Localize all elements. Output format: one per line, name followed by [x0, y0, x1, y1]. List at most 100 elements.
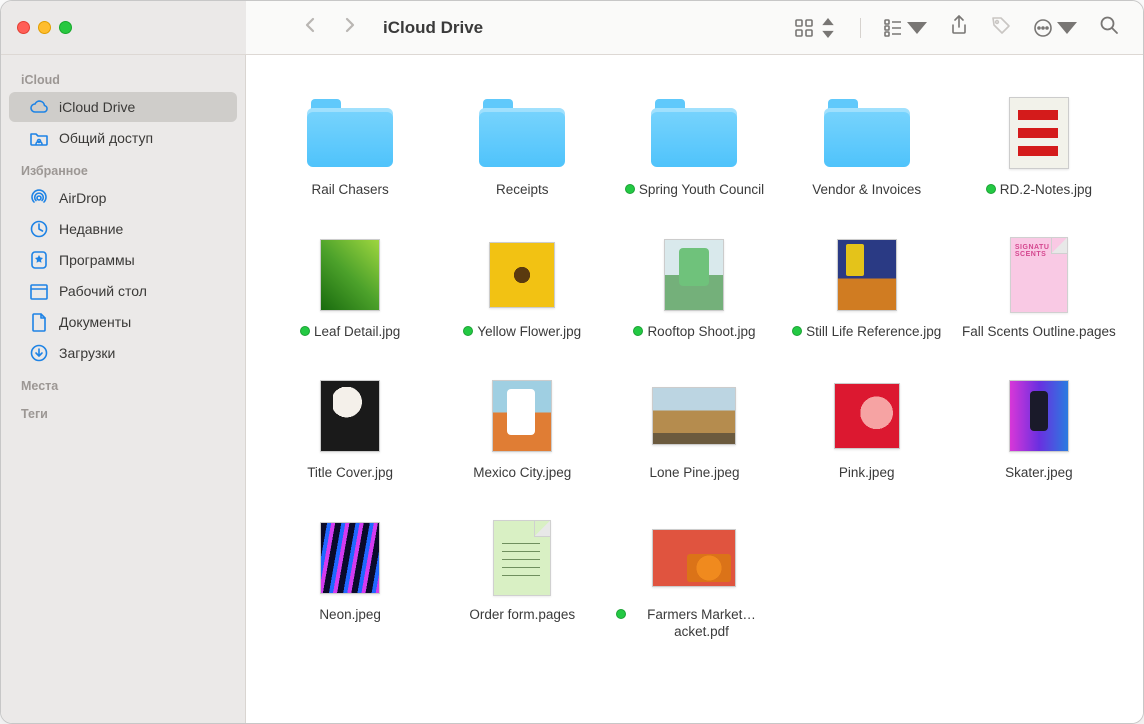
- file-label-text: Receipts: [496, 181, 549, 199]
- documents-icon: [29, 312, 49, 332]
- back-button[interactable]: [303, 17, 319, 38]
- sidebar-item[interactable]: Недавние: [9, 214, 237, 244]
- window-close-button[interactable]: [17, 21, 30, 34]
- image-thumbnail: [819, 374, 915, 458]
- sidebar-item[interactable]: AirDrop: [9, 183, 237, 213]
- file-label: Title Cover.jpg: [307, 464, 393, 482]
- tags-button[interactable]: [991, 15, 1011, 40]
- file-label: Mexico City.jpeg: [473, 464, 571, 482]
- file-label-text: Vendor & Invoices: [812, 181, 921, 199]
- toolbar-right: [794, 15, 1143, 40]
- file-item[interactable]: Rail Chasers: [272, 91, 428, 199]
- file-item[interactable]: Skater.jpeg: [961, 374, 1117, 482]
- toolbar-divider: [860, 18, 861, 38]
- tag-dot-green: [633, 326, 643, 336]
- sidebar-item-label: Программы: [59, 252, 135, 268]
- file-item[interactable]: Pink.jpeg: [789, 374, 945, 482]
- shared-folder-icon: [29, 128, 49, 148]
- image-thumbnail: [302, 233, 398, 317]
- file-item[interactable]: Still Life Reference.jpg: [789, 233, 945, 341]
- file-label-text: Yellow Flower.jpg: [477, 323, 581, 341]
- file-label: Order form.pages: [469, 606, 575, 624]
- image-thumbnail: [819, 233, 915, 317]
- image-thumbnail: [474, 233, 570, 317]
- sidebar-item[interactable]: Рабочий стол: [9, 276, 237, 306]
- file-item[interactable]: Spring Youth Council: [616, 91, 772, 199]
- file-label: Pink.jpeg: [839, 464, 895, 482]
- titlebar: iCloud Drive: [1, 1, 1143, 55]
- file-label-text: Leaf Detail.jpg: [314, 323, 400, 341]
- image-thumbnail: [302, 516, 398, 600]
- sidebar-section-title: Места: [1, 369, 245, 397]
- content-area[interactable]: Rail Chasers Receipts Spring Youth Council…: [246, 55, 1143, 723]
- file-item[interactable]: Title Cover.jpg: [272, 374, 428, 482]
- file-label: Receipts: [496, 181, 549, 199]
- file-item[interactable]: Leaf Detail.jpg: [272, 233, 428, 341]
- sidebar-item[interactable]: Программы: [9, 245, 237, 275]
- file-item[interactable]: Yellow Flower.jpg: [444, 233, 600, 341]
- sidebar-item-label: Загрузки: [59, 345, 115, 361]
- view-mode-button[interactable]: [794, 18, 838, 38]
- group-by-button[interactable]: [883, 18, 927, 38]
- sidebar-item[interactable]: Общий доступ: [9, 123, 237, 153]
- file-label-text: Lone Pine.jpeg: [649, 464, 739, 482]
- file-label-text: Mexico City.jpeg: [473, 464, 571, 482]
- sidebar-item[interactable]: Документы: [9, 307, 237, 337]
- nav-arrows: [303, 17, 357, 38]
- file-label-text: Spring Youth Council: [639, 181, 764, 199]
- file-item[interactable]: Order form.pages: [444, 516, 600, 641]
- file-label: Rail Chasers: [311, 181, 388, 199]
- downloads-icon: [29, 343, 49, 363]
- share-button[interactable]: [949, 15, 969, 40]
- sidebar-item-label: Рабочий стол: [59, 283, 147, 299]
- file-label-text: Fall Scents Outline.pages: [962, 323, 1116, 341]
- sidebar-item-label: Общий доступ: [59, 130, 153, 146]
- file-label: Still Life Reference.jpg: [792, 323, 941, 341]
- file-item[interactable]: SIGNATU SCENTS Fall Scents Outline.pages: [961, 233, 1117, 341]
- window-zoom-button[interactable]: [59, 21, 72, 34]
- sidebar-item[interactable]: iCloud Drive: [9, 92, 237, 122]
- tag-dot-green: [625, 184, 635, 194]
- file-label-text: Order form.pages: [469, 606, 575, 624]
- file-item[interactable]: Lone Pine.jpeg: [616, 374, 772, 482]
- tag-dot-green: [792, 326, 802, 336]
- file-item[interactable]: RD.2-Notes.jpg: [961, 91, 1117, 199]
- sidebar-item-label: iCloud Drive: [59, 99, 135, 115]
- file-item[interactable]: Receipts: [444, 91, 600, 199]
- sidebar-item-label: Документы: [59, 314, 131, 330]
- file-item[interactable]: Vendor & Invoices: [789, 91, 945, 199]
- icon-grid: Rail Chasers Receipts Spring Youth Council…: [272, 91, 1117, 641]
- document-icon: [646, 516, 742, 600]
- folder-icon: [302, 91, 398, 175]
- file-label: Skater.jpeg: [1005, 464, 1073, 482]
- window-minimize-button[interactable]: [38, 21, 51, 34]
- document-icon: SIGNATU SCENTS: [991, 233, 1087, 317]
- actions-button[interactable]: [1033, 18, 1077, 38]
- sidebar-section-title: iCloud: [1, 63, 245, 91]
- document-icon: [474, 516, 570, 600]
- folder-icon: [819, 91, 915, 175]
- desktop-icon: [29, 281, 49, 301]
- file-label: Farmers Market…acket.pdf: [616, 606, 772, 641]
- file-item[interactable]: Mexico City.jpeg: [444, 374, 600, 482]
- file-label-text: Still Life Reference.jpg: [806, 323, 941, 341]
- file-label-text: Skater.jpeg: [1005, 464, 1073, 482]
- file-item[interactable]: Neon.jpeg: [272, 516, 428, 641]
- image-thumbnail: [474, 374, 570, 458]
- file-item[interactable]: Rooftop Shoot.jpg: [616, 233, 772, 341]
- file-label: Yellow Flower.jpg: [463, 323, 581, 341]
- file-item[interactable]: Farmers Market…acket.pdf: [616, 516, 772, 641]
- window-body: iCloud iCloud Drive Общий доступ Избранное A…: [1, 55, 1143, 723]
- file-label-text: Rail Chasers: [311, 181, 388, 199]
- sidebar-section-title: Избранное: [1, 154, 245, 182]
- sidebar-item[interactable]: Загрузки: [9, 338, 237, 368]
- forward-button[interactable]: [341, 17, 357, 38]
- file-label-text: Farmers Market…acket.pdf: [630, 606, 772, 641]
- sidebar-item-label: Недавние: [59, 221, 123, 237]
- file-label: Vendor & Invoices: [812, 181, 921, 199]
- file-label: Lone Pine.jpeg: [649, 464, 739, 482]
- sidebar-item-label: AirDrop: [59, 190, 106, 206]
- finder-window: iCloud Drive: [0, 0, 1144, 724]
- search-button[interactable]: [1099, 15, 1119, 40]
- airdrop-icon: [29, 188, 49, 208]
